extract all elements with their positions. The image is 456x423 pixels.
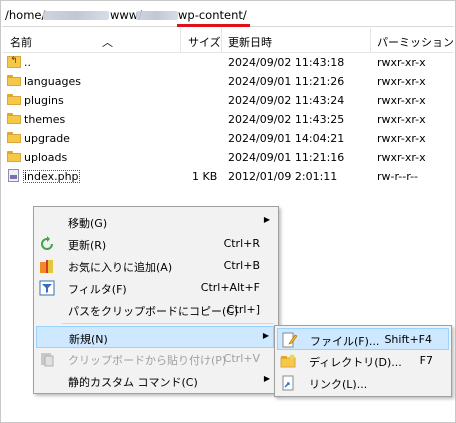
new-folder-icon — [280, 353, 296, 369]
menu-shortcut: Ctrl+B — [223, 259, 260, 272]
menu-label: 更新(R) — [68, 239, 107, 252]
path-current[interactable]: wp-content/ — [178, 8, 247, 22]
menu-label: 静的カスタム コマンド(C) — [68, 376, 198, 389]
file-permissions: rwxr-xr-x — [377, 94, 426, 107]
paste-icon — [39, 351, 55, 367]
menu-shortcut: F7 — [419, 354, 433, 367]
php-file-icon — [8, 169, 19, 182]
file-permissions: rwxr-xr-x — [377, 56, 426, 69]
file-permissions: rwxr-xr-x — [377, 132, 426, 145]
folder-icon — [7, 75, 21, 86]
menu-label: ファイル(F)... — [310, 335, 380, 348]
menu-label: 移動(G) — [68, 217, 108, 230]
menu-label: 新規(N) — [69, 333, 108, 346]
file-modified: 2024/09/01 14:04:21 — [228, 132, 345, 145]
column-divider[interactable] — [370, 28, 371, 52]
link-icon — [280, 375, 296, 391]
file-size: 1 KB — [192, 170, 218, 183]
folder-icon — [7, 132, 21, 143]
file-name: .. — [24, 56, 31, 69]
parent-dir-icon: ↰ — [7, 56, 21, 68]
file-permissions: rw-r--r-- — [377, 170, 419, 183]
col-size[interactable]: サイズ — [188, 34, 221, 50]
file-permissions: rwxr-xr-x — [377, 151, 426, 164]
submenu-item-directory[interactable]: ディレクトリ(D)... F7 — [277, 350, 449, 372]
menu-shortcut: Ctrl+R — [223, 237, 260, 250]
folder-icon — [7, 113, 21, 124]
menu-item-paste[interactable]: クリップボードから貼り付け(P) Ctrl+V — [36, 348, 274, 370]
folder-icon — [7, 151, 21, 162]
submenu-item-file[interactable]: ファイル(F)... Shift+F4 — [277, 328, 449, 350]
menu-item-new[interactable]: 新規(N) ▶ — [36, 326, 274, 348]
file-row[interactable]: ↰ .. 2024/09/02 11:43:18 rwxr-xr-x — [2, 53, 454, 72]
redacted-path-segment — [136, 11, 178, 20]
column-header: ︿ 名前 サイズ 更新日時 パーミッション — [2, 28, 454, 53]
submenu-item-link[interactable]: リンク(L)... — [277, 372, 449, 394]
filter-icon — [39, 280, 55, 296]
file-permissions: rwxr-xr-x — [377, 75, 426, 88]
path-prefix[interactable]: /home/ — [5, 8, 45, 22]
context-menu: 移動(G) ▶ 更新(R) Ctrl+R お気に入りに追加(A) Ctrl+B … — [33, 206, 279, 394]
submenu-arrow-icon: ▶ — [263, 374, 270, 383]
menu-label: リンク(L)... — [309, 378, 368, 391]
col-permissions[interactable]: パーミッション — [377, 34, 454, 50]
file-modified: 2024/09/01 11:21:16 — [228, 151, 345, 164]
column-divider[interactable] — [180, 28, 181, 52]
column-divider[interactable] — [221, 28, 222, 52]
file-modified: 2024/09/02 11:43:18 — [228, 56, 345, 69]
menu-item-copy-path[interactable]: パスをクリップボードにコピー(C) Ctrl+] — [36, 299, 274, 321]
menu-item-move[interactable]: 移動(G) ▶ — [36, 211, 274, 233]
submenu-arrow-icon: ▶ — [263, 215, 270, 224]
new-file-icon — [281, 332, 298, 348]
file-modified: 2024/09/01 11:21:26 — [228, 75, 345, 88]
file-modified: 2024/09/02 11:43:25 — [228, 113, 345, 126]
menu-item-add-bookmark[interactable]: お気に入りに追加(A) Ctrl+B — [36, 255, 274, 277]
col-name[interactable]: 名前 — [10, 34, 32, 50]
menu-item-custom-commands[interactable]: 静的カスタム コマンド(C) ▶ — [36, 370, 274, 392]
file-row[interactable]: upgrade 2024/09/01 14:04:21 rwxr-xr-x — [2, 129, 454, 148]
file-row[interactable]: themes 2024/09/02 11:43:25 rwxr-xr-x — [2, 110, 454, 129]
menu-divider — [62, 323, 274, 324]
file-row[interactable]: uploads 2024/09/01 11:21:16 rwxr-xr-x — [2, 148, 454, 167]
file-modified: 2024/09/02 11:43:24 — [228, 94, 345, 107]
menu-item-refresh[interactable]: 更新(R) Ctrl+R — [36, 233, 274, 255]
menu-item-filter[interactable]: フィルタ(F) Ctrl+Alt+F — [36, 277, 274, 299]
folder-icon — [7, 94, 21, 105]
file-modified: 2012/01/09 2:01:11 — [228, 170, 338, 183]
menu-label: クリップボードから貼り付け(P) — [68, 354, 227, 367]
menu-shortcut: Shift+F4 — [384, 333, 432, 346]
menu-label: ディレクトリ(D)... — [309, 356, 402, 369]
file-name: upgrade — [24, 132, 70, 145]
bookmark-icon — [39, 258, 55, 274]
file-name: languages — [24, 75, 81, 88]
new-submenu: ファイル(F)... Shift+F4 ディレクトリ(D)... F7 リンク(… — [274, 325, 452, 397]
file-name: plugins — [24, 94, 64, 107]
menu-label: お気に入りに追加(A) — [68, 261, 173, 274]
menu-shortcut: Ctrl+V — [223, 352, 260, 365]
sort-asc-icon[interactable]: ︿ — [102, 34, 113, 50]
file-name: index.php — [23, 170, 80, 183]
file-row[interactable]: plugins 2024/09/02 11:43:24 rwxr-xr-x — [2, 91, 454, 110]
menu-shortcut: Ctrl+] — [226, 303, 260, 316]
highlight-underline — [177, 24, 250, 27]
refresh-icon — [39, 236, 55, 252]
file-name: themes — [24, 113, 66, 126]
submenu-arrow-icon: ▶ — [262, 331, 269, 340]
file-row[interactable]: index.php 1 KB 2012/01/09 2:01:11 rw-r--… — [2, 167, 454, 186]
file-row[interactable]: languages 2024/09/01 11:21:26 rwxr-xr-x — [2, 72, 454, 91]
file-permissions: rwxr-xr-x — [377, 113, 426, 126]
file-name: uploads — [24, 151, 68, 164]
menu-label: フィルタ(F) — [68, 283, 127, 296]
menu-label: パスをクリップボードにコピー(C) — [68, 305, 239, 318]
col-modified[interactable]: 更新日時 — [228, 34, 272, 50]
menu-shortcut: Ctrl+Alt+F — [200, 281, 260, 294]
redacted-path-segment — [43, 11, 109, 20]
